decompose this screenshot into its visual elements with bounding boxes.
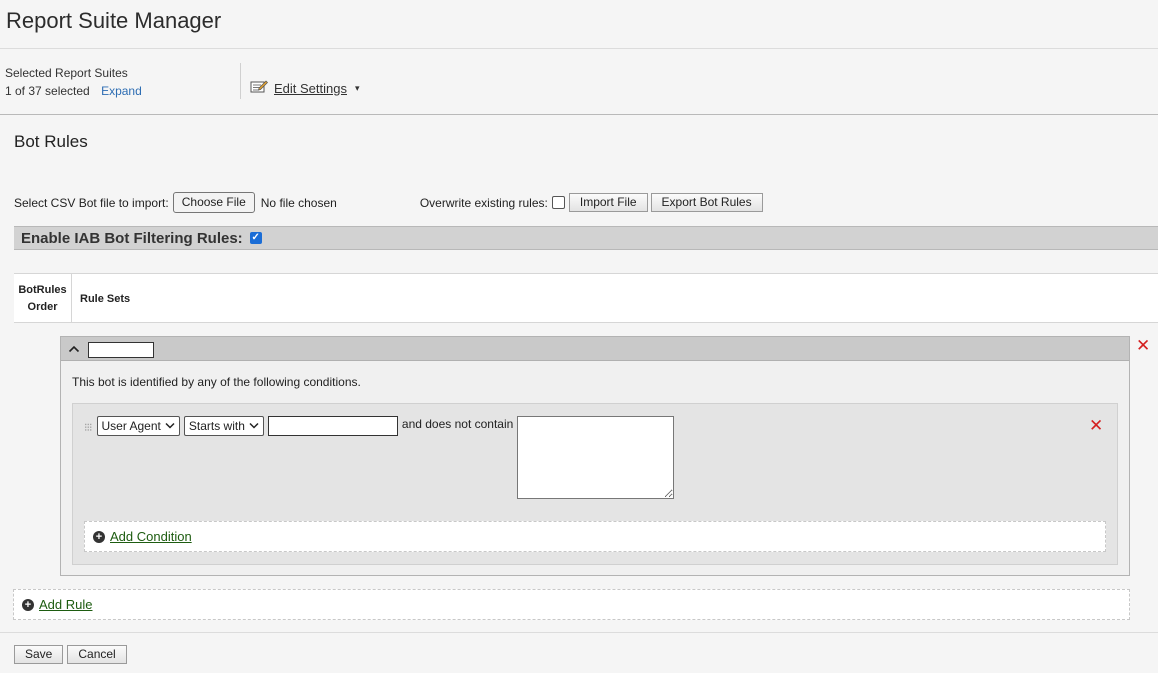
divider: [0, 48, 1158, 49]
delete-condition-icon[interactable]: ✕: [1089, 416, 1103, 436]
delete-rule-icon[interactable]: ✕: [1136, 336, 1150, 356]
selected-count-text: 1 of 37 selected: [5, 84, 90, 98]
overwrite-checkbox[interactable]: [551, 196, 565, 209]
chevron-down-icon: [165, 421, 175, 432]
rule-set-header: [61, 337, 1129, 361]
save-button[interactable]: Save: [14, 645, 64, 664]
choose-file-button[interactable]: Choose File: [172, 192, 255, 213]
rules-table-header: BotRules Order Rule Sets: [14, 273, 1158, 323]
edit-settings-icon: [250, 79, 268, 97]
col-header-order: BotRules Order: [14, 274, 72, 322]
col-header-order-line1: BotRules: [18, 284, 67, 296]
toolbar-separator: [240, 63, 241, 99]
export-bot-rules-button[interactable]: Export Bot Rules: [650, 193, 763, 212]
overwrite-label: Overwrite existing rules:: [419, 195, 548, 210]
divider: [0, 632, 1158, 633]
divider: [0, 114, 1158, 115]
rule-set-panel: This bot is identified by any of the fol…: [60, 336, 1130, 576]
chevron-up-icon[interactable]: [68, 339, 80, 358]
plus-circle-icon: +: [93, 530, 105, 543]
condition-field-select[interactable]: User Agent: [96, 416, 180, 436]
footer-buttons: Save Cancel: [14, 645, 127, 664]
condition-box: ⁝⁝⁝ User Agent Starts with and does not …: [72, 403, 1118, 565]
col-header-order-line2: Order: [27, 301, 58, 313]
caret-down-icon: ▾: [355, 82, 360, 93]
section-title: Bot Rules: [14, 132, 88, 151]
condition-value-input[interactable]: [267, 416, 398, 436]
expand-link[interactable]: Expand: [101, 84, 142, 98]
iab-filter-checkbox[interactable]: ✓: [249, 232, 262, 244]
selected-suites-count: 1 of 37 selected Expand: [5, 84, 142, 98]
edit-settings-label: Edit Settings: [274, 80, 347, 96]
chevron-down-icon: [249, 421, 259, 432]
drag-handle-icon[interactable]: ⁝⁝⁝: [84, 421, 92, 434]
iab-filter-label: Enable IAB Bot Filtering Rules:: [21, 229, 243, 247]
condition-row: ⁝⁝⁝ User Agent Starts with and does not …: [84, 416, 675, 499]
condition-operator-select[interactable]: Starts with: [183, 416, 264, 436]
import-label: Select CSV Bot file to import:: [14, 195, 169, 210]
import-row: Select CSV Bot file to import: Choose Fi…: [14, 192, 763, 213]
cancel-button[interactable]: Cancel: [67, 645, 127, 664]
exclude-value-textarea[interactable]: [517, 416, 675, 499]
edit-settings-menu[interactable]: Edit Settings ▾: [250, 79, 360, 97]
condition-operator-value: Starts with: [188, 419, 245, 433]
rule-name-input[interactable]: [88, 342, 154, 358]
and-does-not-contain-label: and does not contain: [401, 417, 514, 431]
page-title: Report Suite Manager: [6, 8, 222, 33]
selected-suites-label: Selected Report Suites: [5, 66, 128, 80]
add-rule-row: + Add Rule: [13, 589, 1130, 620]
add-condition-link[interactable]: Add Condition: [110, 529, 192, 544]
condition-field-value: User Agent: [101, 419, 161, 433]
no-file-text: No file chosen: [260, 195, 337, 210]
iab-filter-bar: Enable IAB Bot Filtering Rules: ✓: [14, 226, 1158, 250]
col-header-rule-sets: Rule Sets: [80, 293, 131, 305]
import-file-button[interactable]: Import File: [568, 193, 648, 212]
plus-circle-icon: +: [22, 598, 34, 611]
rule-description: This bot is identified by any of the fol…: [72, 375, 361, 389]
add-condition-row: + Add Condition: [84, 521, 1106, 552]
add-rule-link[interactable]: Add Rule: [39, 597, 92, 612]
